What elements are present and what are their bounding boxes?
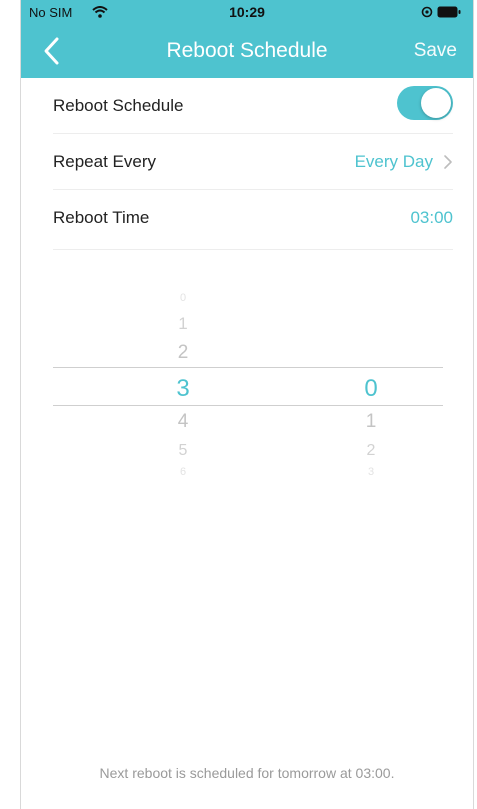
minute-option: 1 — [365, 411, 377, 432]
hour-column[interactable]: 0 1 2 3 4 5 6 — [143, 280, 223, 490]
header: No SIM 10:29 Reboot Schedule Save — [21, 0, 473, 78]
repeat-every-value: Every Day — [354, 152, 433, 171]
save-button[interactable]: Save — [414, 40, 457, 62]
hour-option: 1 — [178, 314, 188, 333]
reboot-schedule-row: Reboot Schedule — [53, 78, 453, 134]
reboot-time-label: Reboot Time — [53, 208, 150, 227]
hour-option: 6 — [179, 466, 187, 478]
reboot-schedule-toggle[interactable] — [397, 86, 453, 120]
toggle-knob — [421, 88, 451, 118]
minute-column[interactable]: 0 1 2 3 — [331, 280, 411, 490]
next-reboot-note: Next reboot is scheduled for tomorrow at… — [99, 765, 395, 781]
hour-option: 4 — [177, 411, 189, 432]
status-time: 10:29 — [229, 4, 265, 20]
hour-option: 5 — [178, 442, 188, 459]
app-frame: No SIM 10:29 Reboot Schedule Save Reboot… — [20, 0, 474, 809]
status-bar: No SIM 10:29 — [21, 0, 473, 24]
page-title: Reboot Schedule — [166, 39, 328, 62]
battery-icon — [437, 6, 461, 21]
reboot-schedule-label: Reboot Schedule — [53, 96, 184, 115]
hour-option: 2 — [177, 342, 189, 363]
minute-option: 2 — [366, 442, 376, 459]
repeat-every-label: Repeat Every — [53, 152, 156, 171]
hour-selected: 3 — [176, 375, 190, 402]
time-picker[interactable]: 0 1 2 3 4 5 6 0 1 2 3 — [53, 280, 445, 490]
hour-option: 0 — [179, 292, 187, 304]
repeat-every-row[interactable]: Repeat Every Every Day — [53, 134, 453, 190]
reboot-time-value: 03:00 — [410, 208, 453, 227]
minute-selected: 0 — [364, 375, 378, 402]
minute-option: 3 — [367, 466, 375, 478]
navigation-bar: Reboot Schedule Save — [21, 28, 473, 74]
chevron-right-icon — [443, 154, 453, 170]
orientation-lock-icon — [421, 6, 433, 21]
reboot-time-row[interactable]: Reboot Time 03:00 — [53, 190, 453, 250]
